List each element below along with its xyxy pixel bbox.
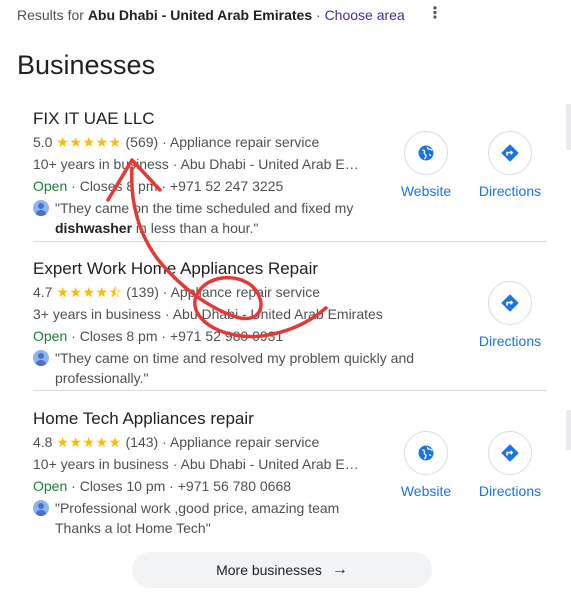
section-title: Businesses xyxy=(17,50,156,80)
website-label[interactable]: Website xyxy=(386,483,466,499)
phone-number: +971 52 980 0931 xyxy=(169,328,284,344)
star-rating-icon: ★★★★⯪ xyxy=(56,284,123,300)
open-status: Open xyxy=(33,478,68,494)
phone-number: +971 52 247 3225 xyxy=(169,178,284,194)
more-vert-icon[interactable]: ⋮ xyxy=(427,4,443,24)
review-count[interactable]: (139) xyxy=(126,284,159,300)
business-address: Abu Dhabi - United Arab E… xyxy=(180,156,359,172)
directions-button[interactable]: Directions xyxy=(470,431,550,499)
globe-icon xyxy=(418,445,434,461)
results-for-line: Results for Abu Dhabi - United Arab Emir… xyxy=(17,7,405,23)
globe-icon xyxy=(418,145,434,161)
website-button[interactable]: Website xyxy=(386,131,466,199)
results-separator: · xyxy=(312,7,325,23)
review-text-tail: in less than a hour." xyxy=(132,220,259,236)
review-text: "They came on time and resolved my probl… xyxy=(55,350,415,386)
avatar-icon xyxy=(33,200,49,216)
website-button-circle[interactable] xyxy=(404,131,448,175)
review-highlight: dishwasher xyxy=(55,220,133,236)
directions-icon xyxy=(501,144,519,162)
website-button-circle[interactable] xyxy=(404,431,448,475)
right-edge-strip xyxy=(566,104,571,150)
directions-label[interactable]: Directions xyxy=(470,333,550,349)
directions-icon xyxy=(501,444,519,462)
directions-button[interactable]: Directions xyxy=(470,131,550,199)
review-count[interactable]: (569) xyxy=(126,134,159,150)
avatar-icon xyxy=(33,500,49,516)
arrow-right-icon: → xyxy=(331,561,348,578)
directions-button-circle[interactable] xyxy=(488,281,532,325)
business-name[interactable]: Home Tech Appliances repair xyxy=(33,408,553,430)
directions-label[interactable]: Directions xyxy=(470,183,550,199)
star-rating-icon: ★★★★★ xyxy=(56,134,122,150)
business-category: Appliance repair service xyxy=(169,434,320,450)
directions-button-circle[interactable] xyxy=(488,131,532,175)
closing-time: Closes 8 pm xyxy=(79,178,158,194)
phone-number: +971 56 780 0668 xyxy=(177,478,292,494)
directions-label[interactable]: Directions xyxy=(470,483,550,499)
closing-time: Closes 8 pm xyxy=(79,328,158,344)
business-address: Abu Dhabi - United Arab Emirates xyxy=(172,306,383,322)
review-count[interactable]: (143) xyxy=(126,434,159,450)
review-text: "They came on the time scheduled and fix… xyxy=(55,200,354,216)
rating-value: 4.8 xyxy=(33,434,53,450)
avatar-icon xyxy=(33,350,49,366)
right-edge-strip xyxy=(566,410,571,450)
rating-value: 4.7 xyxy=(33,284,53,300)
website-button[interactable]: Website xyxy=(386,431,466,499)
more-businesses-label[interactable]: More businesses xyxy=(216,562,322,578)
business-experience: 3+ years in business xyxy=(33,306,162,322)
directions-button-circle[interactable] xyxy=(488,431,532,475)
divider xyxy=(33,390,547,391)
open-status: Open xyxy=(33,178,68,194)
business-experience: 10+ years in business xyxy=(33,456,169,472)
business-experience: 10+ years in business xyxy=(33,156,169,172)
website-label[interactable]: Website xyxy=(386,183,466,199)
divider xyxy=(33,241,547,242)
business-category: Appliance repair service xyxy=(170,284,320,300)
directions-icon xyxy=(501,294,519,312)
open-status: Open xyxy=(33,328,68,344)
business-address: Abu Dhabi - United Arab E… xyxy=(180,456,359,472)
review-snippet: "Professional work ,good price, amazing … xyxy=(33,498,363,538)
review-text: "Professional work ,good price, amazing … xyxy=(55,500,340,536)
results-location: Abu Dhabi - United Arab Emirates xyxy=(87,7,313,23)
more-businesses-button[interactable]: More businesses → xyxy=(132,552,432,588)
directions-button[interactable]: Directions xyxy=(470,281,550,349)
review-snippet: "They came on time and resolved my probl… xyxy=(33,348,423,388)
results-prefix: Results for xyxy=(17,7,88,23)
rating-value: 5.0 xyxy=(33,134,53,150)
business-category: Appliance repair service xyxy=(169,134,320,150)
star-rating-icon: ★★★★★ xyxy=(56,434,122,450)
review-snippet: "They came on the time scheduled and fix… xyxy=(33,198,373,238)
choose-area-link[interactable]: Choose area xyxy=(325,7,405,23)
closing-time: Closes 10 pm xyxy=(79,478,166,494)
business-name[interactable]: FIX IT UAE LLC xyxy=(33,108,553,130)
business-name[interactable]: Expert Work Home Appliances Repair xyxy=(33,258,553,280)
